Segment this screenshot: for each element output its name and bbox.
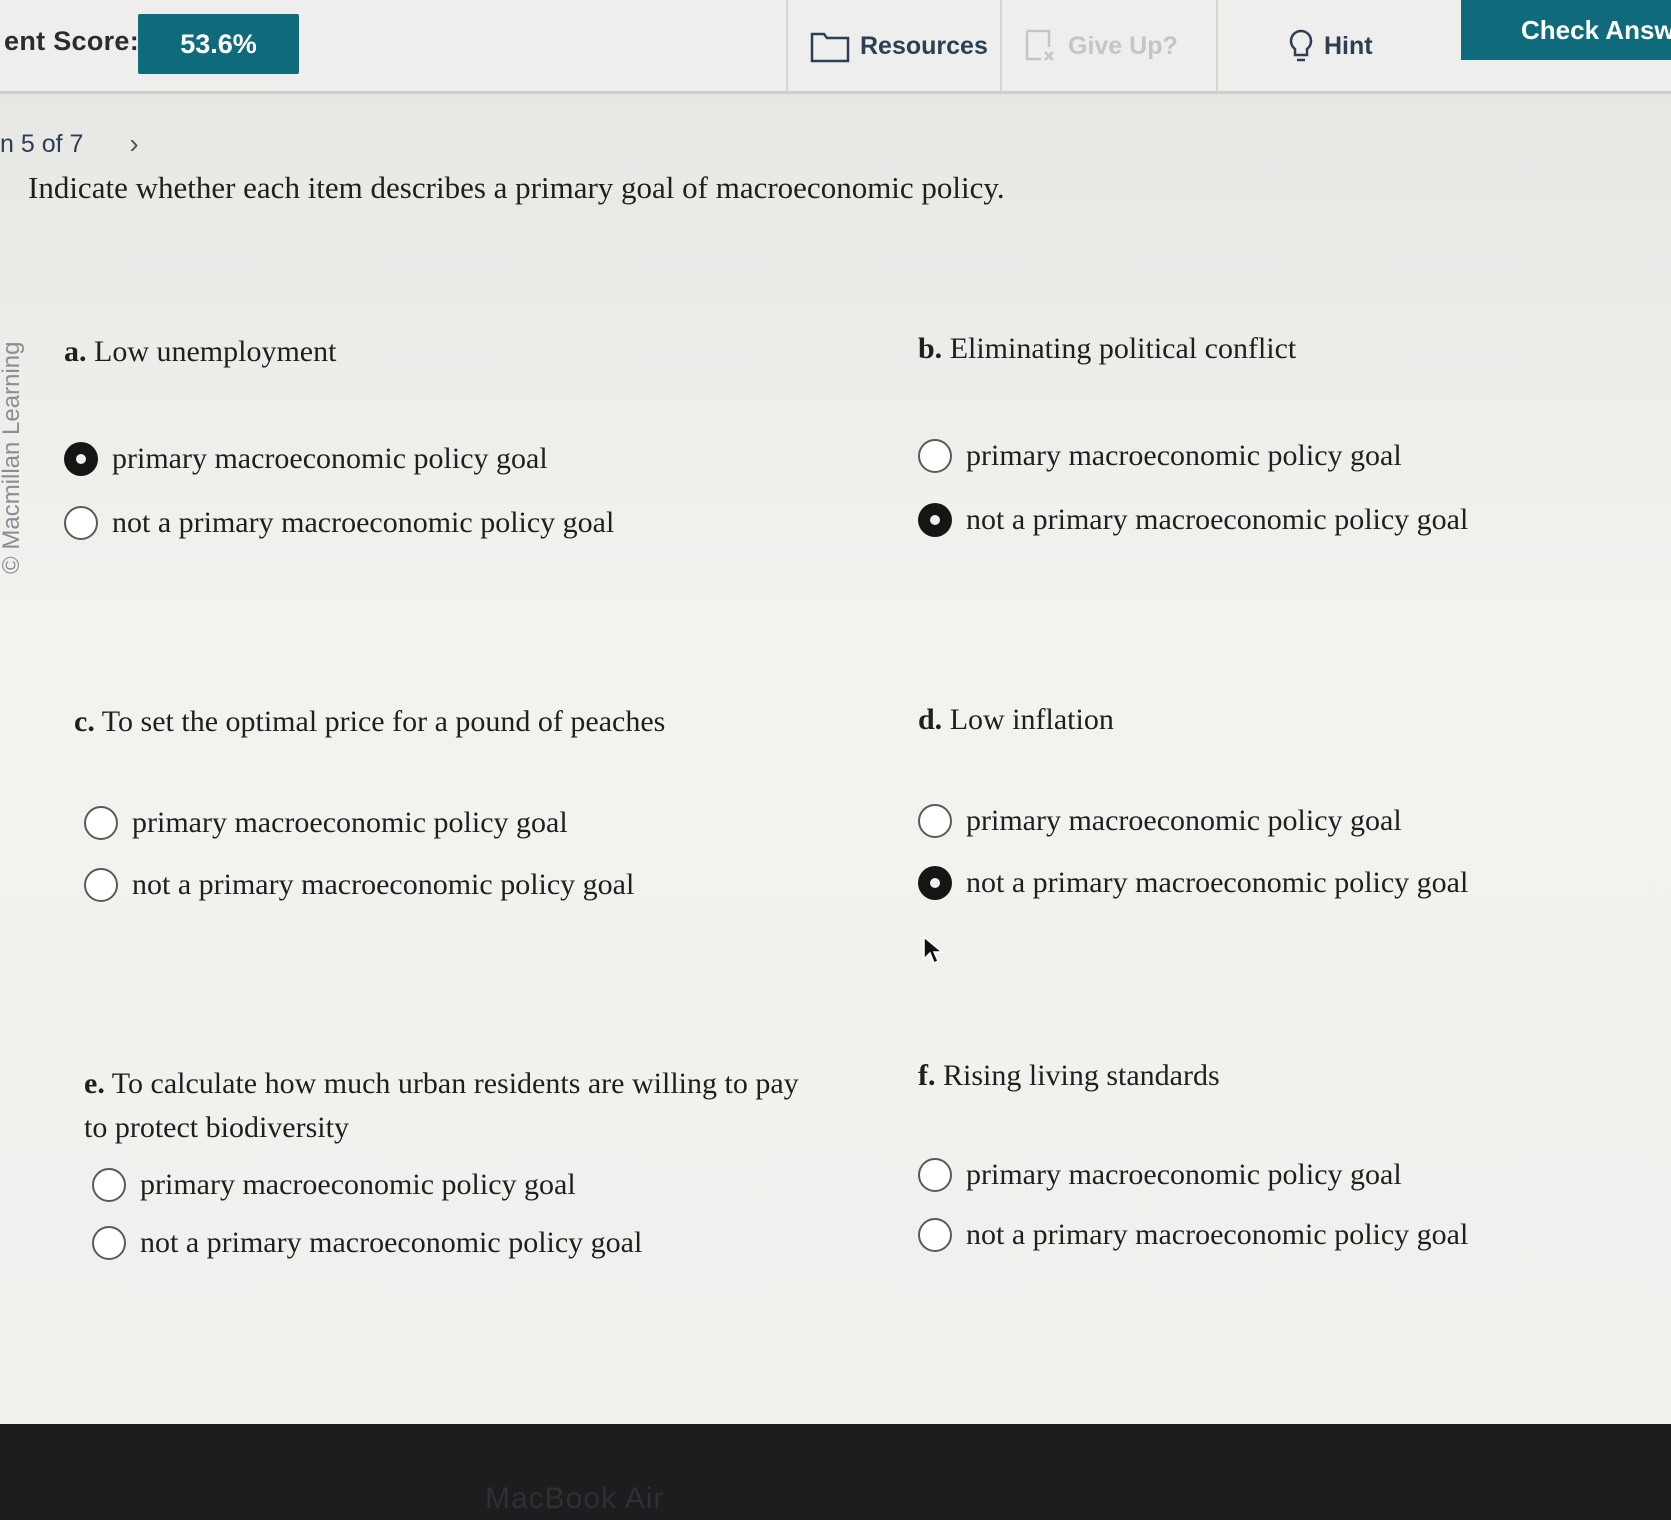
option-not-primary[interactable]: not a primary macroeconomic policy goal [74,862,834,908]
question-panel: n 5 of 7 › Indicate whether each item de… [0,94,1671,1424]
give-up-label: Give Up? [1068,31,1178,60]
resources-button[interactable]: Resources [786,0,1000,92]
laptop-bezel [0,1424,1671,1520]
radio-button[interactable] [918,804,952,838]
question-prompt: Indicate whether each item describes a p… [28,170,1005,205]
device-label: MacBook Air [485,1482,665,1515]
item-d: d. Low inflation primary macroeconomic p… [918,698,1658,906]
item-e: e. To calculate how much urban residents… [84,1062,804,1266]
mouse-cursor-icon [923,935,944,965]
item-a: a. Low unemployment primary macroeconomi… [64,330,824,546]
item-title: f. Rising living standards [918,1059,1220,1092]
hint-button[interactable]: Hint [1216,0,1432,92]
top-toolbar: ent Score: 53.6% Resources Give Up? Hint… [0,0,1671,94]
option-not-primary[interactable]: not a primary macroeconomic policy goal [918,860,1658,906]
give-up-button[interactable]: Give Up? [1000,0,1216,92]
radio-button[interactable] [918,439,952,473]
option-primary[interactable]: primary macroeconomic policy goal [918,1152,1658,1198]
item-title: a. Low unemployment [64,335,337,368]
option-primary[interactable]: primary macroeconomic policy goal [64,436,824,482]
radio-button[interactable] [918,1218,952,1252]
item-f: f. Rising living standards primary macro… [918,1054,1658,1258]
option-primary[interactable]: primary macroeconomic policy goal [918,798,1658,844]
radio-button[interactable] [918,1158,952,1192]
radio-button[interactable] [64,506,98,540]
score-label: ent Score: [4,26,140,56]
item-c: c. To set the optimal price for a pound … [74,700,834,908]
check-answer-button[interactable]: Check Answe [1461,0,1671,60]
radio-button[interactable] [92,1226,126,1260]
question-position: n 5 of 7 [0,129,84,158]
resources-label: Resources [860,31,988,60]
option-primary[interactable]: primary macroeconomic policy goal [918,433,1658,479]
copyright-watermark: © Macmillan Learning [0,341,25,574]
folder-icon [810,32,850,63]
radio-button[interactable] [64,442,98,476]
option-not-primary[interactable]: not a primary macroeconomic policy goal [64,500,824,546]
item-b: b. Eliminating political conflict primar… [918,327,1658,543]
question-nav: n 5 of 7 › [0,128,139,160]
option-not-primary[interactable]: not a primary macroeconomic policy goal [84,1220,804,1266]
option-primary[interactable]: primary macroeconomic policy goal [84,1162,804,1208]
hint-label: Hint [1324,31,1373,60]
score-badge: 53.6% [138,14,299,74]
radio-button[interactable] [918,503,952,537]
radio-button[interactable] [84,806,118,840]
lightbulb-icon [1289,29,1313,62]
item-title: d. Low inflation [918,703,1114,736]
radio-button[interactable] [918,866,952,900]
item-title: e. To calculate how much urban residents… [84,1067,799,1144]
item-title: b. Eliminating political conflict [918,332,1297,365]
radio-button[interactable] [92,1168,126,1202]
option-primary[interactable]: primary macroeconomic policy goal [74,800,834,846]
chevron-right-icon[interactable]: › [129,128,138,160]
option-not-primary[interactable]: not a primary macroeconomic policy goal [918,1212,1658,1258]
option-not-primary[interactable]: not a primary macroeconomic policy goal [918,497,1658,543]
item-title: c. To set the optimal price for a pound … [74,705,666,738]
radio-button[interactable] [84,868,118,902]
give-up-icon [1025,29,1054,61]
